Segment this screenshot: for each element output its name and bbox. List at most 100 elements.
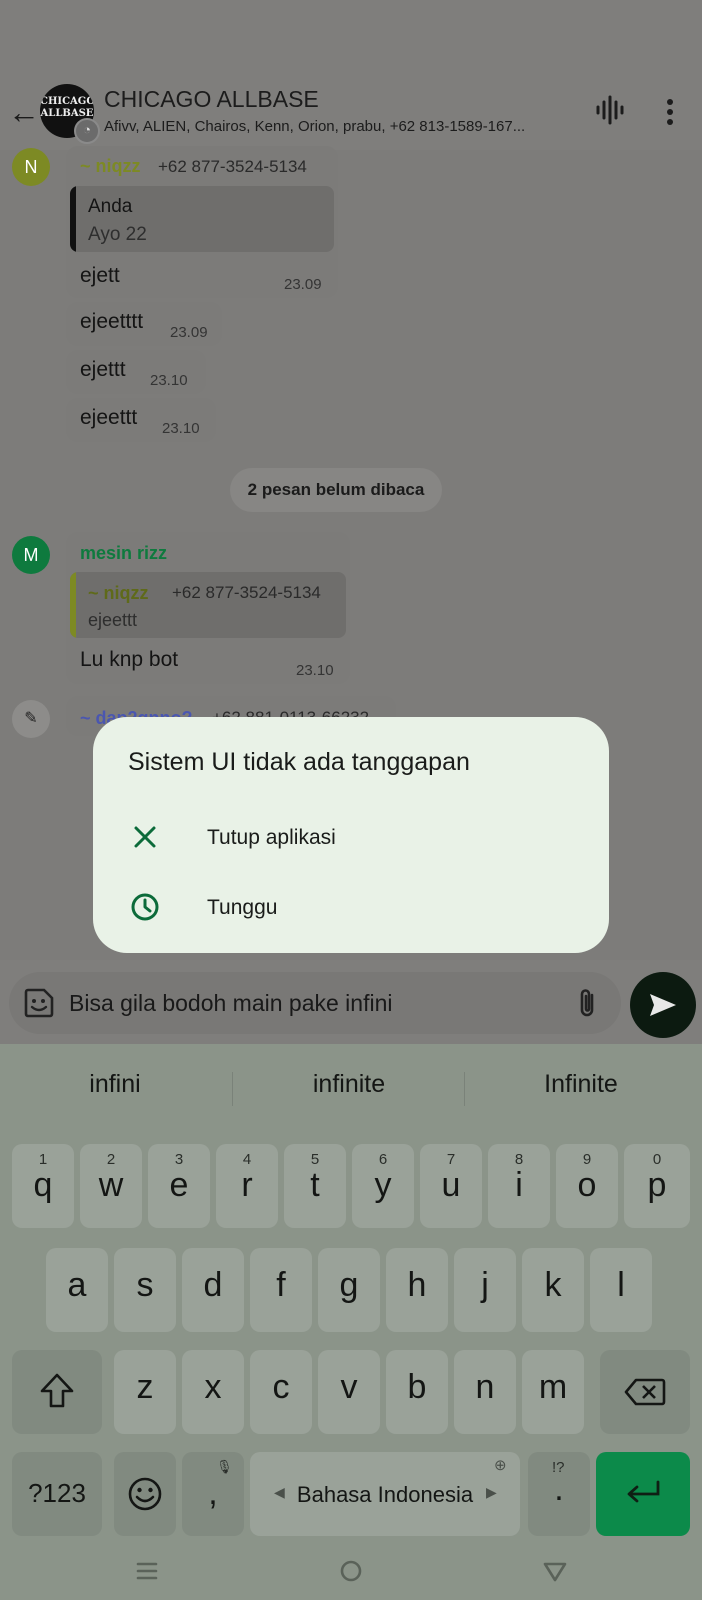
key-c[interactable]: c <box>250 1350 312 1434</box>
close-app-option[interactable]: Tutup aplikasi <box>207 826 336 850</box>
sender-avatar[interactable]: ✎ <box>12 700 50 738</box>
symbols-key[interactable]: ?123 <box>12 1452 102 1536</box>
message-text: ejeetttt <box>80 310 144 333</box>
key-label: b <box>407 1368 427 1406</box>
send-button[interactable] <box>630 972 696 1038</box>
quote-text: ejeettt <box>88 610 138 630</box>
key-label: x <box>204 1368 222 1406</box>
key-j[interactable]: j <box>454 1248 516 1332</box>
key-label: g <box>339 1266 359 1304</box>
key-label: m <box>538 1368 568 1406</box>
key-label: s <box>136 1266 154 1304</box>
suggestion-2[interactable]: infinite <box>234 1070 464 1099</box>
shift-icon <box>40 1373 74 1408</box>
key-v[interactable]: v <box>318 1350 380 1434</box>
key-label: t <box>310 1166 320 1204</box>
sender-name[interactable]: mesin rizz <box>80 543 167 564</box>
key-label: n <box>475 1368 495 1406</box>
message-input-text[interactable]: Bisa gila bodoh main pake infini <box>69 990 392 1017</box>
globe-icon: ⊕ <box>494 1457 507 1474</box>
message-time: 23.09 <box>284 276 322 293</box>
key-b[interactable]: b <box>386 1350 448 1434</box>
back-nav-icon[interactable] <box>540 1556 570 1586</box>
sender-avatar[interactable]: M <box>12 536 50 574</box>
key-label: c <box>272 1368 290 1406</box>
key-r[interactable]: 4r <box>216 1144 278 1228</box>
key-label: p <box>647 1166 667 1204</box>
key-q[interactable]: 1q <box>12 1144 74 1228</box>
group-members[interactable]: Afivv, ALIEN, Chairos, Kenn, Orion, prab… <box>104 118 579 135</box>
key-y[interactable]: 6y <box>352 1144 414 1228</box>
attachment-icon[interactable] <box>574 986 602 1020</box>
key-label: w <box>98 1166 124 1204</box>
key-n[interactable]: n <box>454 1350 516 1434</box>
suggestion-3[interactable]: Infinite <box>466 1070 696 1099</box>
status-bar <box>0 0 702 84</box>
shift-key[interactable] <box>12 1350 102 1434</box>
emoji-key[interactable] <box>114 1452 176 1536</box>
message-text: ejett <box>80 264 120 287</box>
unread-messages-divider: 2 pesan belum dibaca <box>230 468 442 512</box>
enter-key[interactable] <box>596 1452 690 1536</box>
key-e[interactable]: 3e <box>148 1144 210 1228</box>
period-key[interactable]: !? . <box>528 1452 590 1536</box>
key-l[interactable]: l <box>590 1248 652 1332</box>
space-key[interactable]: ◀ Bahasa Indonesia ▶ ⊕ <box>250 1452 520 1536</box>
backspace-icon <box>624 1378 666 1406</box>
back-arrow-icon[interactable]: ← <box>6 94 42 130</box>
quote-author: Anda <box>88 196 133 217</box>
key-z[interactable]: z <box>114 1350 176 1434</box>
language-right-arrow-icon: ▶ <box>486 1484 497 1500</box>
sender-phone: +62 877-3524-5134 <box>158 157 307 176</box>
comma-key[interactable]: 🎙 , <box>182 1452 244 1536</box>
key-s[interactable]: s <box>114 1248 176 1332</box>
more-options-icon[interactable] <box>656 96 684 128</box>
mic-icon: 🎙 <box>216 1459 233 1474</box>
space-label: Bahasa Indonesia <box>296 1482 474 1507</box>
key-d[interactable]: d <box>182 1248 244 1332</box>
message-time: 23.10 <box>162 420 200 437</box>
key-a[interactable]: a <box>46 1248 108 1332</box>
message-time: 23.10 <box>150 372 188 389</box>
key-g[interactable]: g <box>318 1248 380 1332</box>
key-m[interactable]: m <box>522 1350 584 1434</box>
message-text: ejettt <box>80 358 126 381</box>
key-k[interactable]: k <box>522 1248 584 1332</box>
key-w[interactable]: 2w <box>80 1144 142 1228</box>
suggestion-divider <box>464 1072 465 1106</box>
community-badge-icon: ◔ <box>74 118 100 144</box>
key-p[interactable]: 0p <box>624 1144 690 1228</box>
key-label: d <box>203 1266 223 1304</box>
wait-option[interactable]: Tunggu <box>207 896 277 920</box>
key-h[interactable]: h <box>386 1248 448 1332</box>
suggestion-1[interactable]: infini <box>0 1070 230 1099</box>
recent-apps-icon[interactable] <box>132 1556 162 1586</box>
key-x[interactable]: x <box>182 1350 244 1434</box>
key-label: u <box>441 1166 461 1204</box>
key-u[interactable]: 7u <box>420 1144 482 1228</box>
key-label: a <box>67 1266 87 1304</box>
key-label: j <box>481 1266 489 1304</box>
key-label: o <box>577 1166 597 1204</box>
key-i[interactable]: 8i <box>488 1144 550 1228</box>
close-icon[interactable] <box>130 822 160 852</box>
key-f[interactable]: f <box>250 1248 312 1332</box>
key-label: i <box>515 1166 523 1204</box>
home-icon[interactable] <box>336 1556 366 1586</box>
key-label: l <box>617 1266 625 1304</box>
backspace-key[interactable] <box>600 1350 690 1434</box>
sender-name[interactable]: ~ niqzz <box>80 156 141 177</box>
clock-icon[interactable] <box>130 892 160 922</box>
key-label: e <box>169 1166 189 1204</box>
group-avatar-logo-text: CHICAGO ALLBASE <box>40 96 94 119</box>
sticker-icon[interactable] <box>22 986 56 1020</box>
enter-icon <box>627 1480 660 1503</box>
quote-phone: +62 877-3524-5134 <box>172 583 321 602</box>
key-t[interactable]: 5t <box>284 1144 346 1228</box>
key-o[interactable]: 9o <box>556 1144 618 1228</box>
sender-avatar[interactable]: N <box>12 148 50 186</box>
key-label: v <box>340 1368 358 1406</box>
message-time: 23.09 <box>170 324 208 341</box>
group-name[interactable]: CHICAGO ALLBASE <box>104 86 319 113</box>
voice-chat-icon[interactable] <box>594 94 626 126</box>
